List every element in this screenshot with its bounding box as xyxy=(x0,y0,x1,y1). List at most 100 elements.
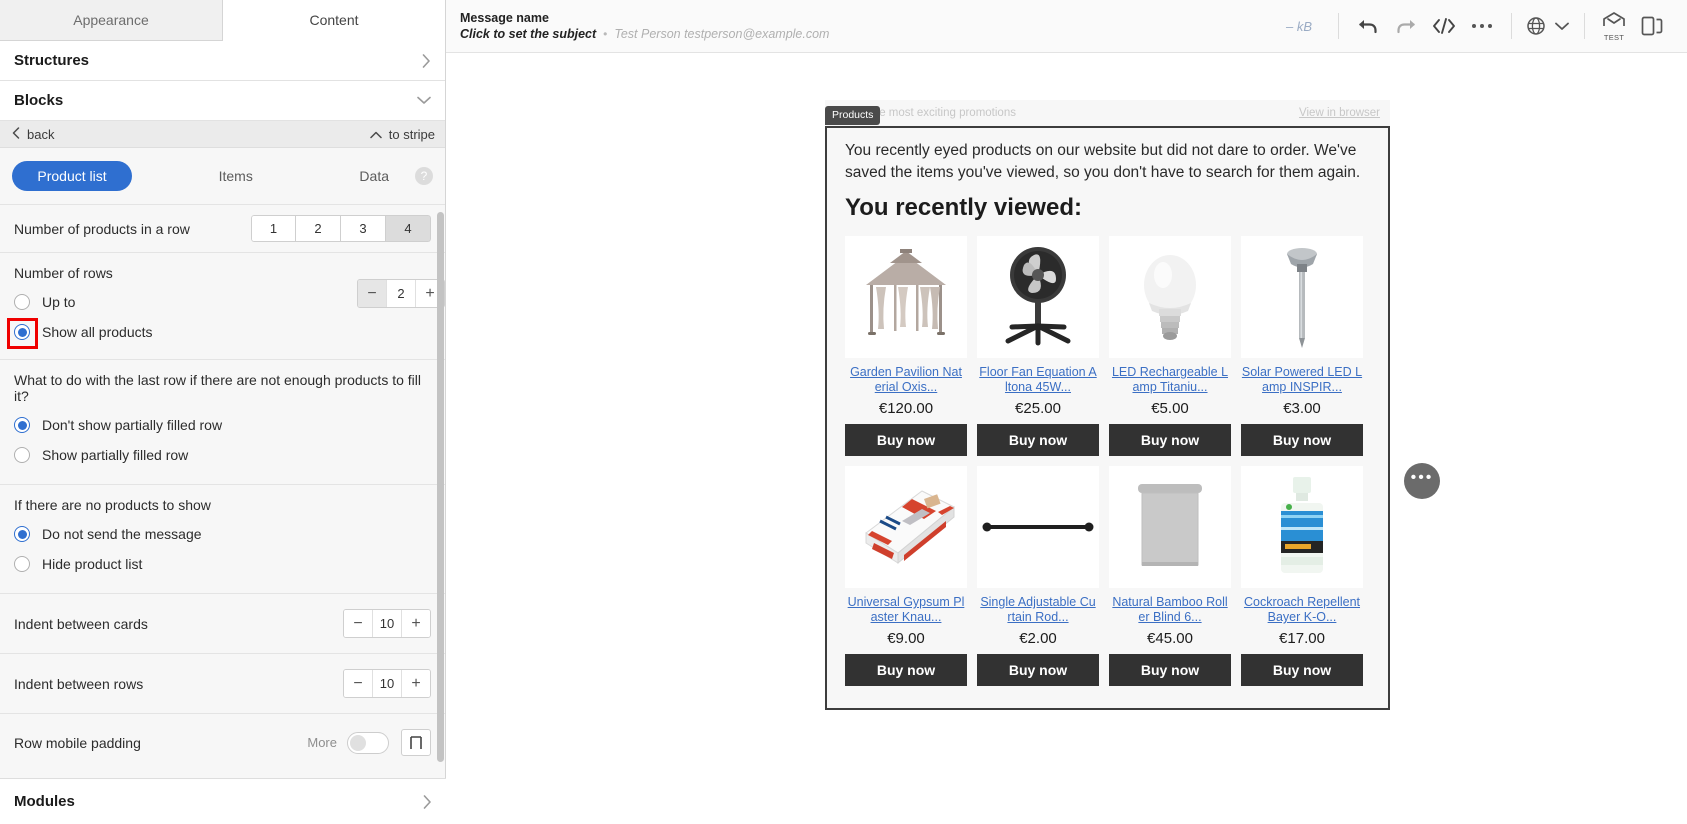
panel-scrollbar-thumb[interactable] xyxy=(437,212,444,762)
preview-device-icon[interactable] xyxy=(1633,7,1671,45)
buy-now-button[interactable]: Buy now xyxy=(1109,654,1231,686)
subject-field[interactable]: Click to set the subject xyxy=(460,27,596,41)
indent-rows-increment-button[interactable]: + xyxy=(402,670,430,697)
indent-cards-stepper: − 10 + xyxy=(343,609,431,638)
panel-scrollbar[interactable] xyxy=(437,204,444,824)
back-label: back xyxy=(27,126,55,142)
product-card[interactable]: Solar Powered LED Lamp INSPIR... €3.00 B… xyxy=(1241,236,1363,456)
section-blocks-label: Blocks xyxy=(14,92,64,109)
product-title[interactable]: LED Rechargeable L amp Titaniu... xyxy=(1109,365,1231,395)
chevron-down-icon xyxy=(417,96,431,105)
product-card[interactable]: Garden Pavilion Nat erial Oxis... €120.0… xyxy=(845,236,967,456)
chevron-left-icon xyxy=(12,126,20,142)
segment-2[interactable]: 2 xyxy=(296,215,341,242)
message-name[interactable]: Message name xyxy=(460,11,829,25)
tab-data[interactable]: Data xyxy=(339,161,409,191)
headline-text[interactable]: You recently viewed: xyxy=(845,194,1370,222)
indent-cards-increment-button[interactable]: + xyxy=(402,610,430,637)
indent-rows-stepper: − 10 + xyxy=(343,669,431,698)
product-card[interactable]: Universal Gypsum Pl aster Knau... €9.00 … xyxy=(845,466,967,686)
up-to-stepper: − 2 + xyxy=(357,279,445,308)
radio-show-partial-control[interactable] xyxy=(14,447,30,463)
row-mobile-padding-label: Row mobile padding xyxy=(14,734,141,751)
radio-do-not-send-control[interactable] xyxy=(14,526,30,542)
segment-3[interactable]: 3 xyxy=(341,215,386,242)
buy-now-button[interactable]: Buy now xyxy=(977,654,1099,686)
radio-hide-product-list-label: Hide product list xyxy=(42,556,143,572)
undo-icon[interactable] xyxy=(1349,7,1387,45)
setting-indent-between-cards: Indent between cards − 10 + xyxy=(0,593,445,653)
view-in-browser-link[interactable]: View in browser xyxy=(1299,107,1380,119)
tab-appearance[interactable]: Appearance xyxy=(0,0,223,41)
segment-2-label: 2 xyxy=(314,221,322,236)
row-mobile-padding-toggle[interactable] xyxy=(347,731,389,754)
product-title[interactable]: Solar Powered LED Lamp INSPIR... xyxy=(1241,365,1363,395)
radio-dont-show-partial[interactable]: Don't show partially filled row xyxy=(14,410,431,440)
buy-now-button[interactable]: Buy now xyxy=(845,654,967,686)
chevron-up-icon xyxy=(370,127,382,142)
product-card[interactable]: Natural Bamboo Roll er Blind 6... €45.00… xyxy=(1109,466,1231,686)
radio-show-all-products[interactable]: Show all products xyxy=(7,317,431,349)
redo-icon[interactable] xyxy=(1387,7,1425,45)
indent-rows-decrement-button[interactable]: − xyxy=(344,670,372,697)
to-stripe-label: to stripe xyxy=(388,126,435,142)
buy-now-button[interactable]: Buy now xyxy=(845,424,967,456)
indent-cards-decrement-button[interactable]: − xyxy=(344,610,372,637)
email-preview: der of the most exciting promotions View… xyxy=(825,100,1390,710)
padding-link-button[interactable] xyxy=(401,729,431,756)
indent-rows-value[interactable]: 10 xyxy=(372,670,402,697)
product-price: €3.00 xyxy=(1283,400,1321,417)
test-send-icon[interactable]: TEST xyxy=(1595,7,1633,45)
product-image-repellent-bottle xyxy=(1241,466,1363,588)
intro-text[interactable]: You recently eyed products on our websit… xyxy=(845,140,1370,184)
sender-field[interactable]: Test Person testperson@example.com xyxy=(614,27,829,41)
editor-settings-panel: Appearance Content Structures Blocks bac… xyxy=(0,0,446,824)
radio-up-to-control[interactable] xyxy=(14,294,30,310)
segment-1[interactable]: 1 xyxy=(251,215,296,242)
section-structures[interactable]: Structures xyxy=(0,41,445,81)
divider xyxy=(1584,13,1585,39)
section-blocks[interactable]: Blocks xyxy=(0,81,445,121)
buy-now-button[interactable]: Buy now xyxy=(1109,424,1231,456)
product-list-block[interactable]: You recently eyed products on our websit… xyxy=(825,126,1390,710)
to-stripe-button[interactable]: to stripe xyxy=(370,127,435,142)
segment-4[interactable]: 4 xyxy=(386,215,431,242)
buy-now-button[interactable]: Buy now xyxy=(1241,424,1363,456)
radio-hide-product-list[interactable]: Hide product list xyxy=(14,549,431,579)
product-title[interactable]: Natural Bamboo Roll er Blind 6... xyxy=(1109,595,1231,625)
language-icon[interactable] xyxy=(1522,7,1550,45)
radio-hide-product-list-control[interactable] xyxy=(14,556,30,572)
tab-items[interactable]: Items xyxy=(199,161,273,191)
products-block-badge[interactable]: Products xyxy=(825,106,881,125)
product-card[interactable]: Floor Fan Equation A ltona 45W... €25.00… xyxy=(977,236,1099,456)
buy-now-button[interactable]: Buy now xyxy=(977,424,1099,456)
product-title[interactable]: Single Adjustable Cu rtain Rod... xyxy=(977,595,1099,625)
indent-cards-value[interactable]: 10 xyxy=(372,610,402,637)
top-toolbar: Message name Click to set the subject • … xyxy=(446,0,1687,53)
radio-do-not-send[interactable]: Do not send the message xyxy=(14,519,431,549)
radio-do-not-send-label: Do not send the message xyxy=(42,526,202,542)
back-button[interactable]: back xyxy=(12,127,54,142)
help-icon[interactable]: ? xyxy=(415,167,433,185)
tab-product-list[interactable]: Product list xyxy=(12,161,132,191)
product-card[interactable]: Cockroach Repellent Bayer K-O... €17.00 … xyxy=(1241,466,1363,686)
up-to-decrement-button[interactable]: − xyxy=(358,280,386,307)
product-title[interactable]: Floor Fan Equation A ltona 45W... xyxy=(977,365,1099,395)
product-title[interactable]: Garden Pavilion Nat erial Oxis... xyxy=(845,365,967,395)
code-icon[interactable] xyxy=(1425,7,1463,45)
up-to-value[interactable]: 2 xyxy=(386,280,416,307)
chevron-down-icon[interactable] xyxy=(1550,7,1574,45)
more-icon[interactable] xyxy=(1463,7,1501,45)
radio-show-all-products-control[interactable] xyxy=(7,318,38,349)
buy-now-button[interactable]: Buy now xyxy=(1241,654,1363,686)
product-card[interactable]: Single Adjustable Cu rtain Rod... €2.00 … xyxy=(977,466,1099,686)
product-card[interactable]: LED Rechargeable L amp Titaniu... €5.00 … xyxy=(1109,236,1231,456)
block-actions-button[interactable]: ••• xyxy=(1404,463,1440,499)
message-meta: Message name Click to set the subject • … xyxy=(460,11,829,41)
section-modules[interactable]: Modules xyxy=(0,778,446,824)
tab-content[interactable]: Content xyxy=(223,0,445,41)
product-title[interactable]: Universal Gypsum Pl aster Knau... xyxy=(845,595,967,625)
radio-show-partial[interactable]: Show partially filled row xyxy=(14,440,431,470)
radio-dont-show-partial-control[interactable] xyxy=(14,417,30,433)
product-title[interactable]: Cockroach Repellent Bayer K-O... xyxy=(1241,595,1363,625)
